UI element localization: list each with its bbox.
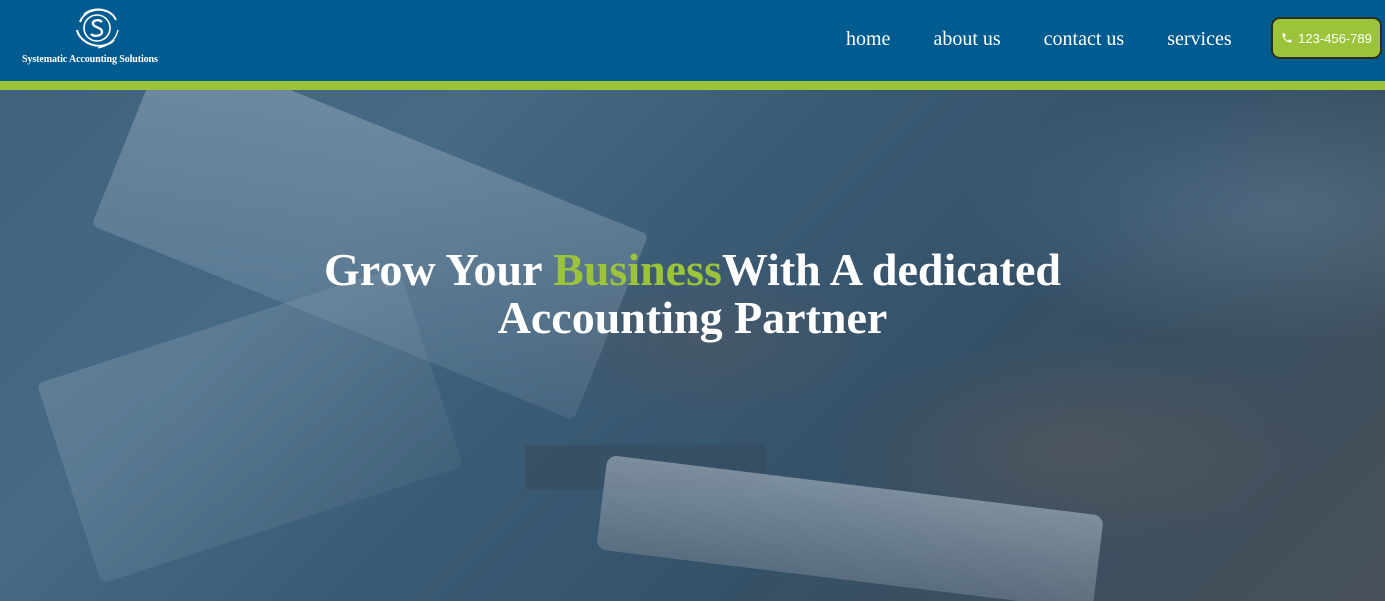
swirl-s-logo-icon [76, 8, 119, 49]
brand-logo[interactable]: Systematic Accounting Solutions [22, 4, 172, 70]
hero-heading-part1: Grow Your [323, 244, 554, 295]
hero-color-overlay [0, 90, 1385, 601]
nav-link-home[interactable]: home [846, 28, 890, 51]
hero-banner [0, 90, 1385, 601]
brand-name: Systematic Accounting Solutions [22, 54, 158, 65]
accent-stripe [0, 81, 1385, 90]
main-nav: home about us contact us services [846, 26, 1275, 52]
nav-link-about-us[interactable]: about us [933, 28, 1000, 51]
phone-icon [1282, 33, 1292, 43]
hero-heading-line2: Accounting Partner [497, 292, 888, 343]
top-navbar: Systematic Accounting Solutions home abo… [0, 0, 1385, 81]
nav-link-contact-us[interactable]: contact us [1044, 28, 1125, 51]
nav-link-services[interactable]: services [1167, 28, 1231, 51]
hero-heading-part2: With A dedicated [721, 244, 1061, 295]
hero-heading-highlight: Business [553, 244, 722, 295]
phone-call-button[interactable]: 123-456-789 [1271, 17, 1382, 59]
phone-number-label: 123-456-789 [1298, 30, 1372, 46]
hero-heading: Grow Your BusinessWith A dedicated Accoun… [0, 246, 1385, 342]
